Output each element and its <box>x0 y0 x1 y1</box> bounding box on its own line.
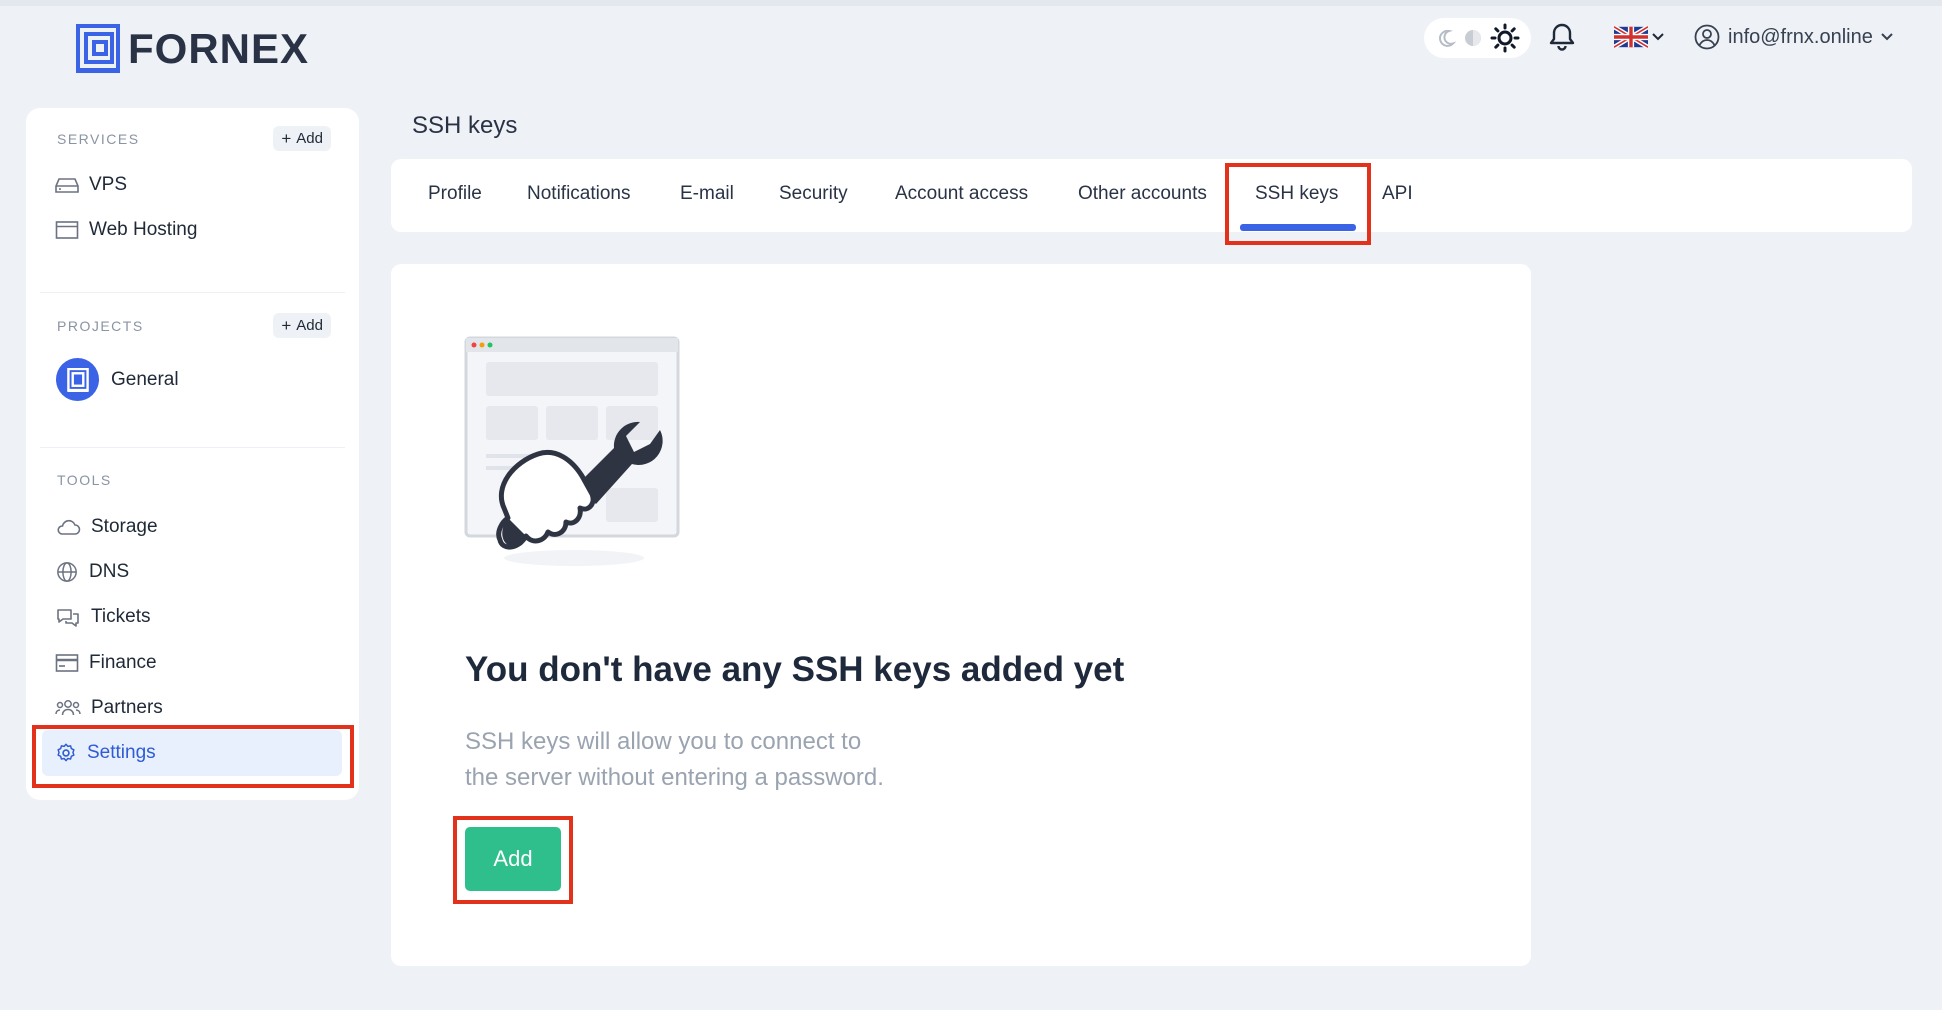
project-label: General <box>111 368 179 390</box>
tab-security[interactable]: Security <box>779 183 848 205</box>
tab-account-access[interactable]: Account access <box>895 183 1028 205</box>
page-title: SSH keys <box>412 112 518 139</box>
browser-icon <box>55 221 79 239</box>
sidebar-item-partners[interactable]: Partners <box>55 697 163 719</box>
add-project-button[interactable]: + Add <box>273 313 331 338</box>
sidebar-item-web-hosting[interactable]: Web Hosting <box>55 219 197 241</box>
tab-email[interactable]: E-mail <box>680 183 734 205</box>
user-email: info@frnx.online <box>1728 25 1873 48</box>
globe-icon <box>57 562 77 582</box>
project-general[interactable]: General <box>56 358 179 401</box>
sidebar-item-label: Partners <box>91 697 163 718</box>
server-icon <box>55 178 79 193</box>
theme-switch[interactable] <box>1424 18 1531 58</box>
uk-flag-icon <box>1614 26 1648 48</box>
user-avatar-icon <box>1694 24 1720 50</box>
sidebar-item-label: Storage <box>91 516 158 537</box>
tools-title: TOOLS <box>57 472 112 488</box>
fornex-logo-icon <box>76 24 120 73</box>
empty-state-title: You don't have any SSH keys added yet <box>465 650 1125 689</box>
chat-icon <box>57 609 79 627</box>
users-icon <box>55 700 81 716</box>
sidebar-item-vps[interactable]: VPS <box>55 174 127 196</box>
sun-icon[interactable] <box>1490 23 1520 53</box>
user-menu[interactable]: info@frnx.online <box>1694 24 1893 50</box>
projects-header: PROJECTS + Add <box>57 313 331 338</box>
tab-notifications[interactable]: Notifications <box>527 183 631 205</box>
auto-icon[interactable] <box>1463 28 1483 48</box>
chevron-down-icon <box>1652 33 1664 41</box>
cloud-icon <box>57 519 81 535</box>
sidebar-item-label: Tickets <box>91 606 151 627</box>
tab-profile[interactable]: Profile <box>428 183 482 205</box>
services-title: SERVICES <box>57 130 140 147</box>
sidebar-item-label: Web Hosting <box>89 219 198 240</box>
moon-icon[interactable] <box>1436 28 1456 48</box>
tools-header: TOOLS <box>57 472 331 488</box>
sidebar-item-label: VPS <box>89 174 128 195</box>
description-line: SSH keys will allow you to connect to <box>465 728 862 755</box>
project-logo-icon <box>56 358 99 401</box>
empty-state-description: SSH keys will allow you to connect to th… <box>465 724 985 796</box>
bell-icon[interactable] <box>1548 22 1576 52</box>
projects-title: PROJECTS <box>57 317 144 334</box>
sidebar-divider <box>40 447 345 448</box>
sidebar-divider <box>40 292 345 293</box>
plus-icon: + <box>281 128 292 148</box>
services-header: SERVICES + Add <box>57 126 331 151</box>
sidebar-item-finance[interactable]: Finance <box>55 652 157 674</box>
language-selector[interactable] <box>1614 26 1664 48</box>
card-icon <box>55 654 79 672</box>
highlight-ssh-keys-tab <box>1225 163 1371 245</box>
sidebar-item-tickets[interactable]: Tickets <box>55 606 150 628</box>
add-service-button[interactable]: + Add <box>273 126 331 151</box>
sidebar-item-label: DNS <box>89 561 130 582</box>
highlight-add-button <box>453 816 573 904</box>
top-strip <box>0 0 1942 6</box>
chevron-down-icon <box>1881 33 1893 41</box>
description-line: the server without entering a password. <box>465 764 884 791</box>
sidebar-item-label: Finance <box>89 652 157 673</box>
settings-tabs: Profile Notifications E-mail Security Ac… <box>391 159 1912 232</box>
sidebar-item-dns[interactable]: DNS <box>55 561 129 583</box>
brand-logo[interactable]: FORNEX <box>76 24 309 74</box>
brand-name: FORNEX <box>128 25 310 72</box>
plus-icon: + <box>281 315 292 335</box>
sidebar-item-storage[interactable]: Storage <box>55 516 158 538</box>
tab-other-accounts[interactable]: Other accounts <box>1078 183 1207 205</box>
sidebar: SERVICES + Add VPS Web Hosting PROJECTS … <box>26 108 359 800</box>
maintenance-illustration-icon <box>464 336 680 566</box>
tab-api[interactable]: API <box>1382 183 1413 205</box>
highlight-settings-item <box>32 725 354 788</box>
